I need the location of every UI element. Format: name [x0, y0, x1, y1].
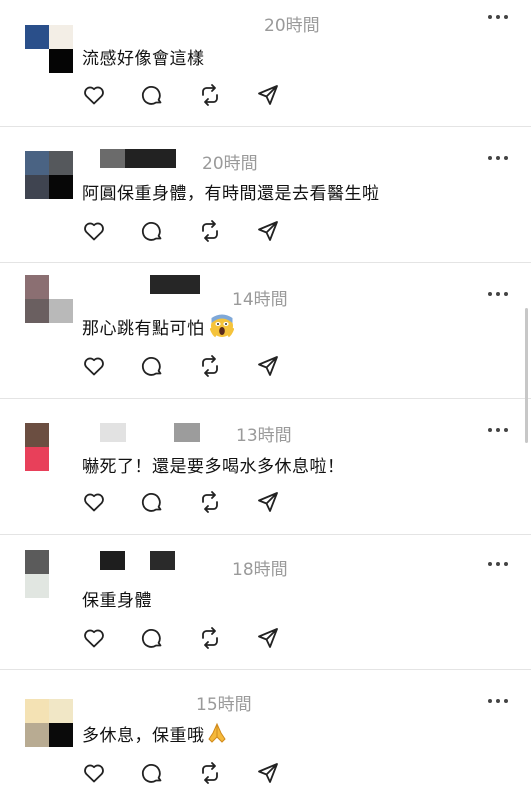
username-redacted — [150, 551, 175, 570]
send-icon[interactable] — [256, 83, 280, 107]
username-redacted — [100, 149, 125, 168]
avatar[interactable] — [25, 151, 73, 199]
repost-icon[interactable] — [198, 354, 222, 378]
comment-text: 流感好像會這樣 — [82, 49, 205, 69]
comment-text: 多休息，保重哦 — [82, 721, 229, 746]
heart-icon[interactable] — [82, 490, 106, 514]
comment-bubble-icon[interactable] — [140, 219, 164, 243]
comment-text-body: 那心跳有點可怕 — [82, 319, 205, 339]
heart-icon[interactable] — [82, 83, 106, 107]
send-icon[interactable] — [256, 354, 280, 378]
comment-text-body: 多休息，保重哦 — [82, 726, 205, 746]
send-icon[interactable] — [256, 761, 280, 785]
comment-bubble-icon[interactable] — [140, 761, 164, 785]
username-redacted — [100, 551, 125, 570]
comment-item: 20時間 流感好像會這樣 — [0, 0, 531, 127]
comment-bubble-icon[interactable] — [140, 354, 164, 378]
action-bar — [82, 626, 280, 650]
username-redacted — [174, 423, 200, 442]
more-dots-icon[interactable] — [487, 289, 509, 299]
timestamp: 15時間 — [196, 695, 252, 715]
send-icon[interactable] — [256, 490, 280, 514]
heart-icon[interactable] — [82, 219, 106, 243]
send-icon[interactable] — [256, 626, 280, 650]
timestamp: 20時間 — [264, 16, 320, 36]
send-icon[interactable] — [256, 219, 280, 243]
avatar[interactable] — [25, 699, 73, 747]
face-screaming-in-fear-emoji — [210, 314, 235, 338]
folded-hands-emoji — [207, 722, 226, 743]
comment-item: 18時間 保重身體 — [0, 535, 531, 670]
action-bar — [82, 219, 280, 243]
more-dots-icon[interactable] — [487, 153, 509, 163]
comment-item: 14時間 那心跳有點可怕 — [0, 263, 531, 399]
scrollbar[interactable] — [525, 308, 528, 443]
comment-feed: 20時間 流感好像會這樣 20時間 阿圓保重身體，有時間還是去看醫生啦 14時間… — [0, 0, 531, 799]
action-bar — [82, 490, 280, 514]
timestamp: 18時間 — [232, 560, 288, 580]
heart-icon[interactable] — [82, 761, 106, 785]
more-dots-icon[interactable] — [487, 696, 509, 706]
action-bar — [82, 354, 280, 378]
comment-item: 13時間 嚇死了！還是要多喝水多休息啦！ — [0, 399, 531, 535]
comment-text: 嚇死了！還是要多喝水多休息啦！ — [82, 457, 345, 477]
avatar[interactable] — [25, 423, 73, 471]
repost-icon[interactable] — [198, 490, 222, 514]
avatar[interactable] — [25, 550, 73, 598]
more-dots-icon[interactable] — [487, 559, 509, 569]
comment-bubble-icon[interactable] — [140, 626, 164, 650]
comment-text: 阿圓保重身體，有時間還是去看醫生啦 — [82, 184, 380, 204]
repost-icon[interactable] — [198, 626, 222, 650]
username-redacted — [100, 423, 126, 442]
username-redacted — [125, 149, 176, 168]
comment-item: 15時間 多休息，保重哦 — [0, 670, 531, 799]
heart-icon[interactable] — [82, 354, 106, 378]
action-bar — [82, 761, 280, 785]
repost-icon[interactable] — [198, 219, 222, 243]
username-redacted — [150, 275, 200, 294]
comment-item: 20時間 阿圓保重身體，有時間還是去看醫生啦 — [0, 127, 531, 263]
comment-text: 保重身體 — [82, 591, 152, 611]
repost-icon[interactable] — [198, 761, 222, 785]
timestamp: 14時間 — [232, 290, 288, 310]
comment-bubble-icon[interactable] — [140, 490, 164, 514]
comment-bubble-icon[interactable] — [140, 83, 164, 107]
avatar[interactable] — [25, 275, 73, 323]
heart-icon[interactable] — [82, 626, 106, 650]
repost-icon[interactable] — [198, 83, 222, 107]
action-bar — [82, 83, 280, 107]
more-dots-icon[interactable] — [487, 425, 509, 435]
avatar[interactable] — [25, 25, 73, 73]
more-dots-icon[interactable] — [487, 12, 509, 22]
timestamp: 13時間 — [236, 426, 292, 446]
timestamp: 20時間 — [202, 154, 258, 174]
comment-text: 那心跳有點可怕 — [82, 314, 235, 339]
